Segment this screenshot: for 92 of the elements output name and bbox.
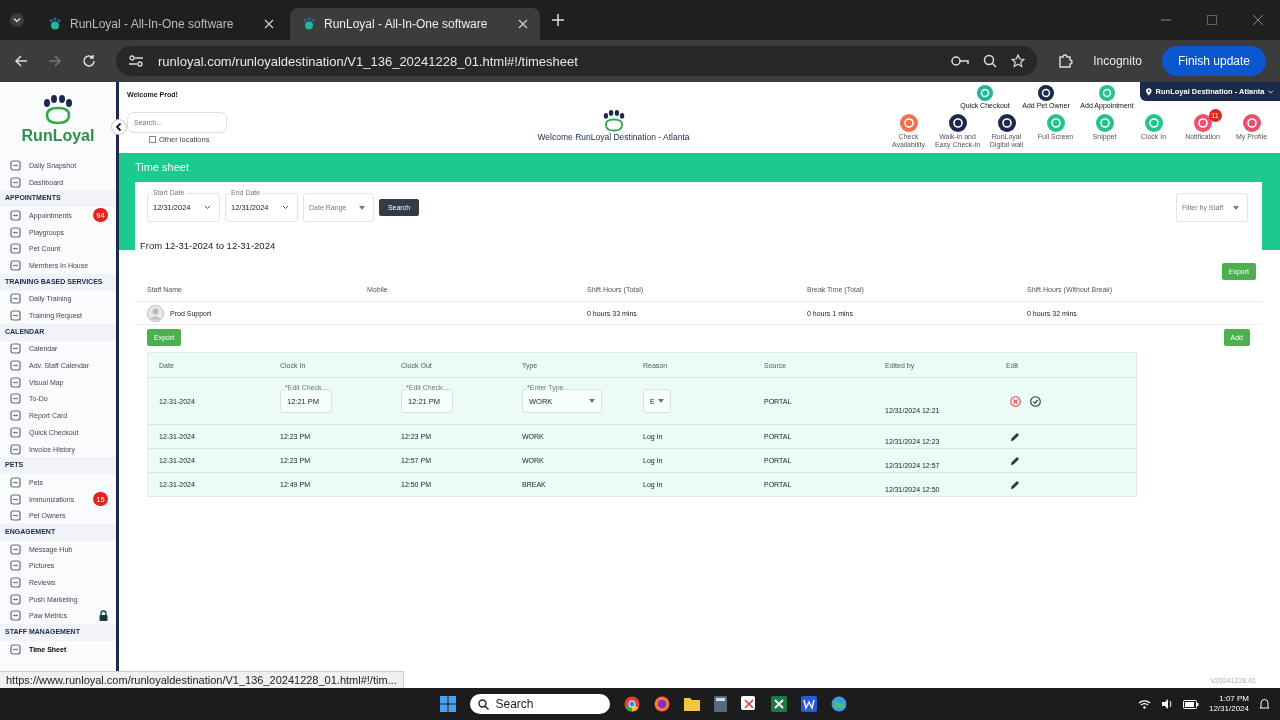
word-icon[interactable] [801, 696, 818, 712]
menu-item-icon [10, 510, 21, 522]
ring-icon [1046, 114, 1065, 132]
edit-icon[interactable] [1010, 431, 1020, 442]
menu-item-icon [10, 493, 21, 505]
key-icon[interactable] [951, 55, 970, 67]
close-icon[interactable] [518, 19, 528, 29]
avatar-icon [147, 304, 164, 322]
caret-down-icon [1233, 205, 1239, 210]
collapse-icon[interactable] [111, 119, 127, 135]
chevron-down-icon [1268, 88, 1274, 95]
excel-icon[interactable] [771, 696, 788, 712]
confirm-icon[interactable] [1030, 395, 1041, 407]
caret-down-icon [589, 399, 595, 403]
maximize-icon[interactable] [1206, 14, 1218, 26]
menu-item-icon [10, 343, 21, 355]
chevron-down-icon [204, 205, 211, 210]
zoom-icon[interactable] [983, 54, 998, 68]
menu-item-icon [10, 293, 21, 305]
ring-icon [1038, 85, 1054, 101]
date-range-text: From 12-31-2024 to 12-31-2024 [140, 240, 277, 251]
menu-item-icon [10, 226, 21, 238]
firefox-icon[interactable] [654, 696, 671, 712]
menu-item-icon [10, 443, 21, 455]
incognito-indicator[interactable]: Incognito [1093, 54, 1142, 68]
tab-list-icon[interactable] [10, 13, 24, 27]
menu-item-icon [10, 310, 21, 322]
caret-down-icon [657, 399, 664, 403]
menu-item-icon [10, 476, 21, 488]
menu-item-icon [10, 209, 21, 221]
search-icon [478, 698, 490, 710]
finish-update-button[interactable]: Finish update [1161, 46, 1266, 76]
menu-item-icon [10, 393, 21, 405]
extensions-icon[interactable] [1057, 53, 1074, 69]
menu-item-icon [10, 543, 21, 555]
volume-icon[interactable] [1160, 699, 1173, 709]
star-icon[interactable] [1011, 54, 1026, 68]
ring-icon [997, 114, 1016, 132]
new-tab-icon[interactable] [552, 14, 564, 26]
menu-item-icon [10, 560, 21, 572]
paw-logo-icon [41, 94, 75, 125]
status-url-tooltip: https://www.runloyal.com/runloyaldestination/V1_136_20241228_01.html#!/tim... [0, 671, 404, 688]
globe-icon[interactable] [831, 696, 848, 712]
ring-icon [1144, 114, 1163, 132]
reload-icon[interactable] [82, 54, 96, 68]
ring-icon [1242, 114, 1261, 132]
chevron-down-icon [282, 205, 289, 210]
menu-item-icon [10, 610, 21, 622]
ring-icon [1095, 114, 1114, 132]
clock[interactable]: 1:07 PM 12/31/2024 [1208, 694, 1249, 714]
paw-icon [48, 17, 62, 31]
menu-item-icon [10, 426, 21, 438]
edit-icon[interactable] [1010, 479, 1020, 490]
address-bar[interactable]: runloyal.com/runloyaldestination/V1_136_20241228_01.html#!/timesheet [116, 46, 1038, 76]
menu-item-icon [10, 259, 21, 271]
folder-icon[interactable] [684, 697, 701, 711]
menu-item-icon [10, 376, 21, 388]
page-title: Time sheet [135, 160, 190, 175]
ring-icon [977, 85, 993, 101]
brand-name: RunLoyal [21, 126, 95, 145]
ring-icon [1099, 85, 1115, 101]
ring-icon [948, 114, 967, 132]
caret-down-icon [359, 205, 365, 210]
menu-item-icon [10, 410, 21, 422]
site-settings-icon[interactable] [128, 54, 144, 68]
battery-icon[interactable] [1182, 699, 1199, 709]
paw-icon [302, 17, 316, 31]
browser-tab[interactable]: RunLoyal - All-In-One software [290, 8, 540, 40]
menu-item-icon [10, 577, 21, 589]
close-icon[interactable] [1252, 14, 1264, 26]
menu-item-icon [10, 243, 21, 255]
location-welcome: Welcome RunLoyal Destination - Atlanta [537, 132, 690, 142]
location-pin-icon [1146, 85, 1152, 98]
menu-item-icon [10, 643, 21, 655]
back-icon[interactable] [14, 54, 28, 68]
browser-tab[interactable]: RunLoyal - All-In-One software [36, 8, 286, 40]
ring-icon [899, 114, 918, 132]
calculator-icon[interactable] [714, 696, 728, 712]
taskbar-search[interactable]: Search [470, 694, 611, 714]
cancel-icon[interactable] [1010, 395, 1021, 407]
start-icon[interactable] [440, 696, 457, 712]
chrome-icon[interactable] [624, 696, 641, 712]
bell-icon[interactable] [1259, 698, 1270, 710]
wifi-icon[interactable] [1137, 699, 1151, 709]
menu-item-icon [10, 360, 21, 372]
menu-item-icon [10, 159, 21, 171]
edit-icon[interactable] [1010, 455, 1020, 466]
menu-item-icon [10, 593, 21, 605]
ring-icon [1193, 114, 1212, 132]
forward-icon[interactable] [48, 54, 62, 68]
close-icon[interactable] [264, 19, 274, 29]
menu-item-icon [10, 176, 21, 188]
